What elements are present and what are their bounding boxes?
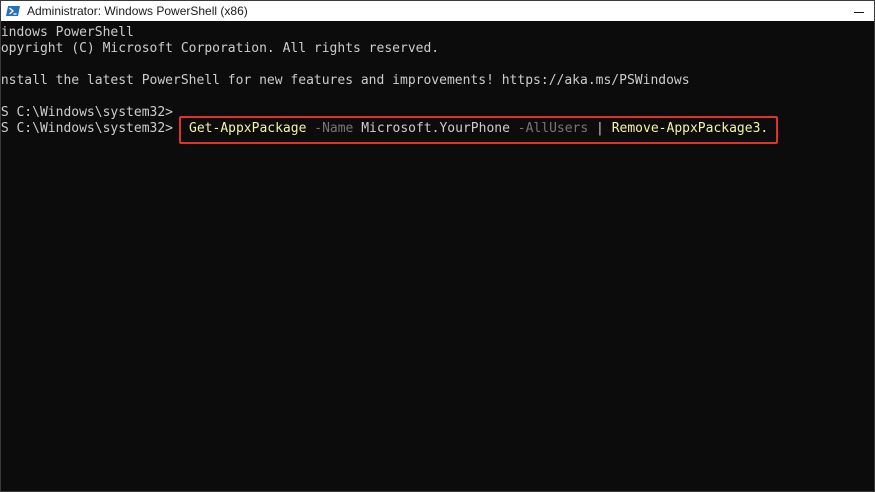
window-title: Administrator: Windows PowerShell (x86) [27,4,248,18]
param-name: -Name [314,121,354,136]
pipe-operator: | [596,121,604,136]
powershell-window: Administrator: Windows PowerShell (x86) … [0,0,875,492]
minimize-button[interactable] [844,1,874,21]
cmdlet-get-appxpackage: Get-AppxPackage [189,121,307,136]
cmdlet-remove-appxpackage: Remove-AppxPackage3. [611,121,769,136]
console-line-header: Windows PowerShell [0,25,134,40]
param-allusers: -AllUsers [517,121,589,136]
console-line-install-notice: Install the latest PowerShell for new fe… [0,73,690,88]
console-line-command: PS C:\Windows\system32> Get-AppxPackage -… [0,116,874,144]
console-output[interactable]: Windows PowerShell Copyright (C) Microso… [0,23,874,491]
powershell-icon [5,3,21,19]
title-bar[interactable]: Administrator: Windows PowerShell (x86) [1,1,874,21]
minimize-icon [854,11,864,13]
arg-package-name: Microsoft.YourPhone [361,121,510,136]
highlighted-command[interactable]: Get-AppxPackage -Name Microsoft.YourPhon… [179,116,779,144]
console-line-copyright: Copyright (C) Microsoft Corporation. All… [0,41,440,56]
window-controls [844,1,874,21]
command-prompt: PS C:\Windows\system32> [0,121,174,136]
